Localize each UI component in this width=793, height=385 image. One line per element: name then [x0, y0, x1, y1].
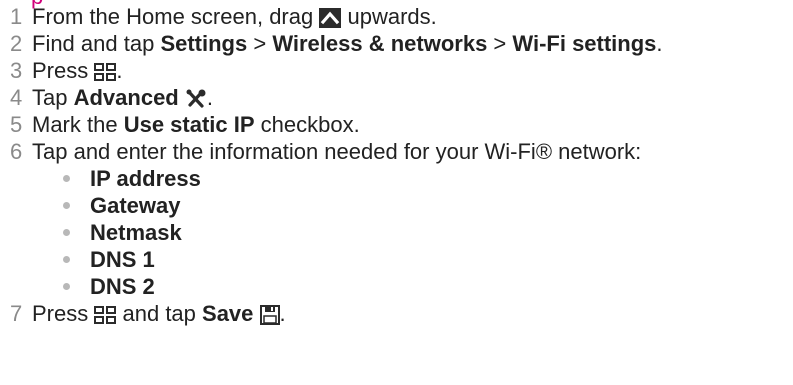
step-text: Tap and enter the information needed for… [32, 139, 642, 164]
list-item-label: DNS 2 [90, 274, 155, 299]
step-number: 7 [10, 301, 23, 326]
menu-icon [94, 306, 117, 325]
step-number: 4 [10, 85, 23, 110]
step-number: 6 [10, 139, 23, 164]
bullet-icon [63, 256, 70, 263]
step-number: 2 [10, 31, 23, 56]
bullet-icon [63, 202, 70, 209]
step-text: Find and tap [32, 31, 161, 56]
separator: > [487, 31, 513, 56]
step-text-after: upwards. [347, 4, 437, 29]
list-item-label: IP address [90, 166, 201, 191]
step-text-after: checkbox. [254, 112, 360, 137]
wireless-networks-label: Wireless & networks [272, 31, 488, 56]
period: . [656, 31, 663, 56]
separator: > [247, 31, 273, 56]
step-text: Mark the [32, 112, 124, 137]
menu-icon [94, 63, 117, 82]
list-item-label: Netmask [90, 220, 182, 245]
step-number: 3 [10, 58, 23, 83]
bullet-icon [63, 229, 70, 236]
period: . [279, 301, 286, 326]
step-text: Press [32, 58, 89, 83]
period: . [206, 85, 213, 110]
step-text-mid: and tap [122, 301, 203, 326]
step-text: Press [32, 301, 89, 326]
bullet-icon [63, 175, 70, 182]
period: . [116, 58, 123, 83]
list-item-label: DNS 1 [90, 247, 155, 272]
save-label: Save [202, 301, 254, 326]
step-text: From the Home screen, drag [32, 4, 314, 29]
list-item-label: Gateway [90, 193, 181, 218]
tools-icon [185, 89, 207, 109]
step-number: 1 [10, 4, 23, 29]
step-number: 5 [10, 112, 23, 137]
wifi-settings-label: Wi-Fi settings [512, 31, 657, 56]
advanced-label: Advanced [73, 85, 179, 110]
up-arrow-icon [319, 8, 342, 29]
save-icon [259, 305, 280, 326]
bullet-icon [63, 283, 70, 290]
settings-label: Settings [160, 31, 248, 56]
use-static-ip-label: Use static IP [123, 112, 255, 137]
step-text: Tap [32, 85, 74, 110]
